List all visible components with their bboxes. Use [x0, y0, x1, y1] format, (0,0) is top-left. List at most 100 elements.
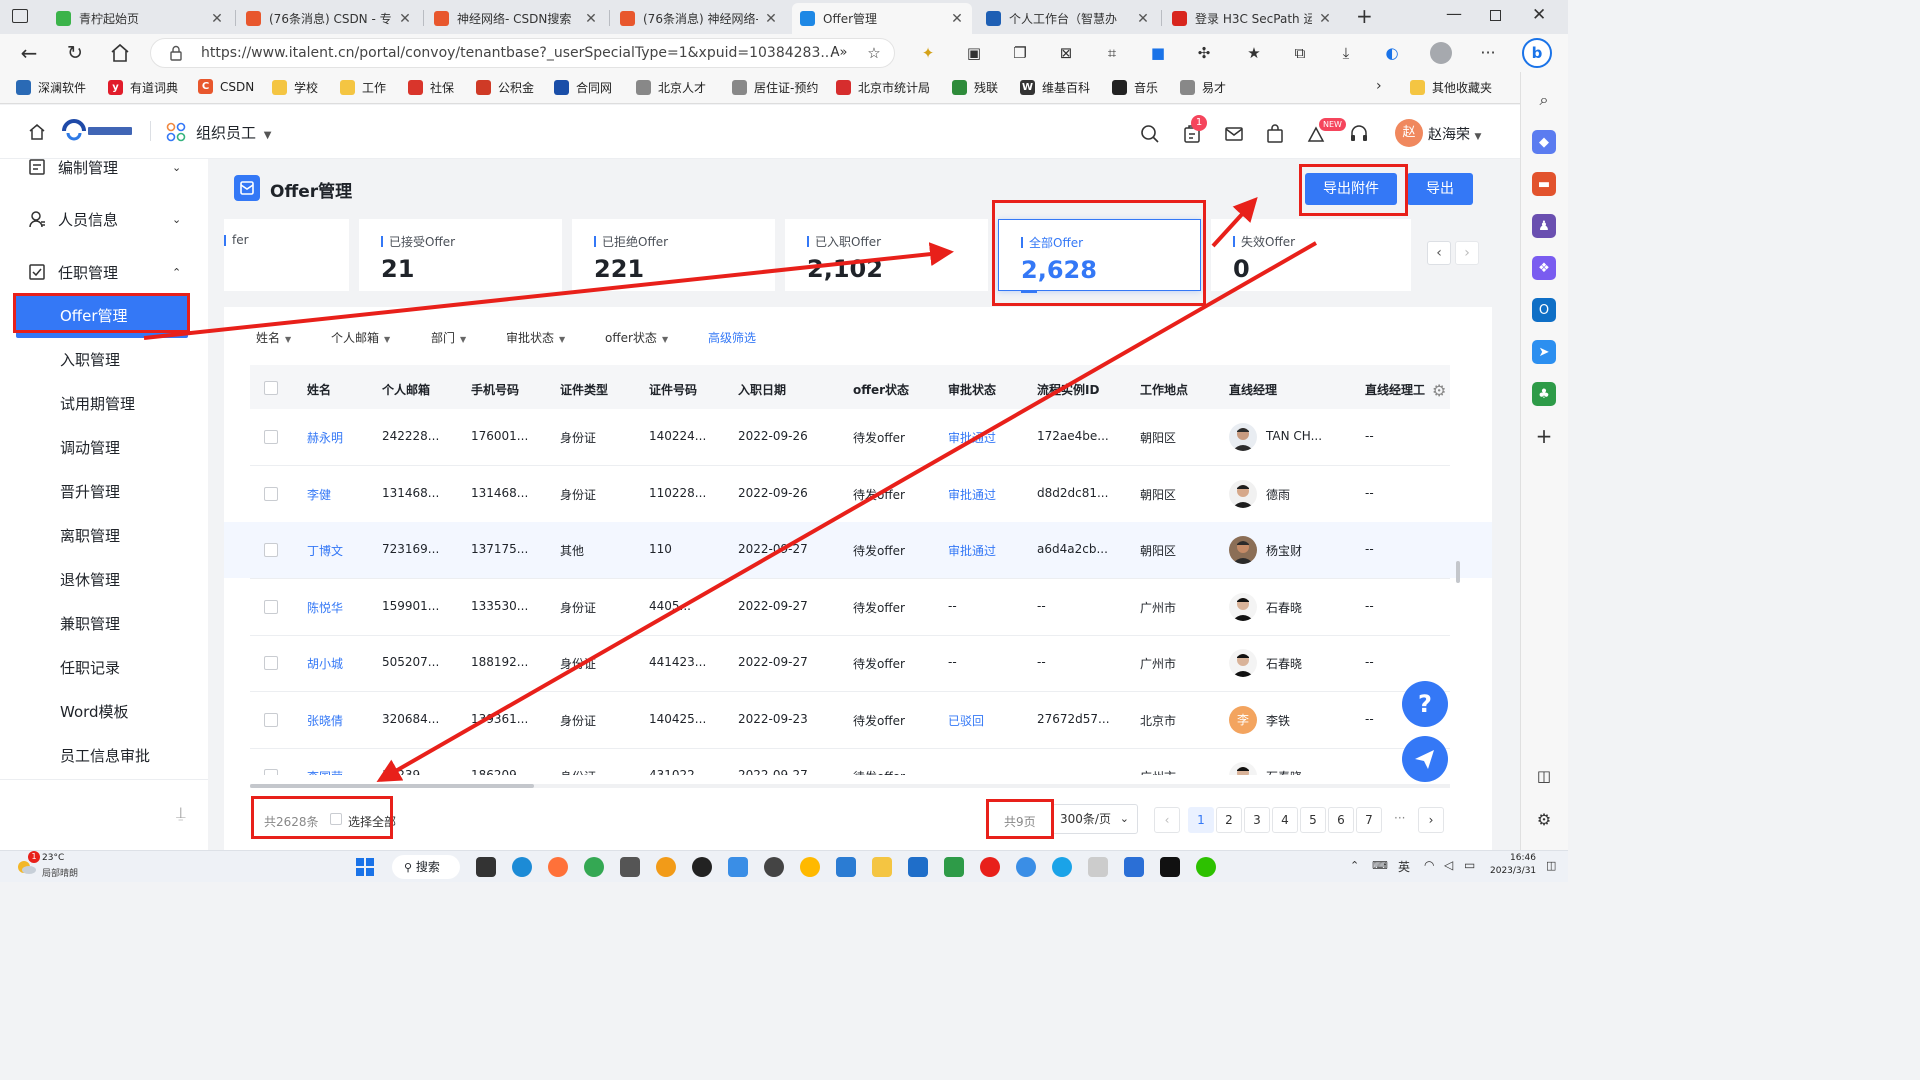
column-settings-icon[interactable]: ⚙: [1432, 381, 1446, 400]
collections-icon[interactable]: ❐: [1008, 42, 1032, 64]
favorites-icon[interactable]: ★: [1242, 42, 1266, 64]
column-header[interactable]: 个人邮箱: [382, 381, 430, 398]
user-menu[interactable]: 赵海荣 ▼: [1428, 124, 1481, 144]
steam-icon[interactable]: [764, 857, 784, 877]
advanced-filter-link[interactable]: 高级筛选: [708, 329, 756, 346]
help-float-button[interactable]: ?: [1402, 681, 1448, 727]
column-header[interactable]: 直线经理: [1229, 381, 1277, 398]
bookmark-item[interactable]: 易才: [1180, 79, 1226, 96]
cell-name[interactable]: 赫永明: [307, 429, 343, 446]
music-icon[interactable]: [980, 857, 1000, 877]
module-grid-icon[interactable]: [166, 122, 186, 142]
cell-approval[interactable]: --: [948, 599, 957, 613]
home-icon[interactable]: [28, 123, 46, 141]
cell-name[interactable]: 张晓倩: [307, 712, 343, 729]
module-switcher[interactable]: 组织员工 ▼: [196, 122, 272, 143]
favorite-add-icon[interactable]: ☆: [862, 42, 886, 64]
feedback-float-button[interactable]: [1402, 736, 1448, 782]
bookmark-item[interactable]: 学校: [272, 79, 318, 96]
column-header[interactable]: 审批状态: [948, 381, 996, 398]
select-all-checkbox[interactable]: [264, 381, 278, 395]
sidebar-item[interactable]: 员工信息审批: [0, 734, 208, 778]
bookmark-item[interactable]: 公积金: [476, 79, 534, 96]
edge-bar-icon[interactable]: ◐: [1380, 42, 1404, 64]
tab-close-icon[interactable]: ✕: [950, 11, 964, 27]
sidebar-item[interactable]: 任职记录: [0, 646, 208, 690]
capture-icon[interactable]: ⌗: [1100, 42, 1124, 64]
export-attachments-button[interactable]: 导出附件: [1305, 173, 1397, 205]
bookmark-item[interactable]: 社保: [408, 79, 454, 96]
pycharm-icon[interactable]: [1160, 857, 1180, 877]
page-button[interactable]: 2: [1216, 807, 1242, 833]
tab-close-icon[interactable]: ✕: [1318, 11, 1332, 27]
bookmark-other[interactable]: 其他收藏夹: [1410, 79, 1492, 96]
row-checkbox[interactable]: [264, 656, 278, 670]
tab-collections-icon[interactable]: ⧉: [1288, 42, 1312, 64]
column-header[interactable]: offer状态: [853, 381, 909, 398]
vertical-scrollbar[interactable]: [1456, 561, 1460, 583]
horizontal-scrollbar-thumb[interactable]: [250, 784, 534, 788]
tools-icon[interactable]: ▬: [1532, 172, 1556, 196]
maximize-icon[interactable]: [1490, 10, 1501, 21]
cards-next-button[interactable]: ›: [1455, 241, 1479, 265]
bookmark-item[interactable]: 合同网: [554, 79, 612, 96]
bookmark-item[interactable]: C CSDN: [198, 79, 254, 94]
battery-icon[interactable]: ▭: [1464, 858, 1475, 872]
pin-icon[interactable]: ⍊: [176, 803, 186, 823]
cell-approval[interactable]: --: [948, 768, 957, 775]
chrome-icon[interactable]: [584, 857, 604, 877]
search-icon[interactable]: [1140, 124, 1160, 144]
home-icon[interactable]: [109, 42, 133, 64]
extension-blue-icon[interactable]: ■: [1146, 42, 1170, 64]
bookmark-item[interactable]: 居住证-预约: [732, 79, 818, 96]
tree-icon[interactable]: ♣: [1532, 382, 1556, 406]
sidebar-item[interactable]: 晋升管理: [0, 470, 208, 514]
column-header[interactable]: 手机号码: [471, 381, 519, 398]
bookmark-item[interactable]: 音乐: [1112, 79, 1158, 96]
table-row[interactable]: 丁博文 723169... 137175... 其他 110 2022-09-27 待发of…: [224, 522, 1492, 579]
column-header[interactable]: 证件类型: [560, 381, 608, 398]
tab-close-icon[interactable]: ✕: [584, 11, 598, 27]
calc-icon[interactable]: [1124, 857, 1144, 877]
cell-approval[interactable]: 审批通过: [948, 429, 996, 446]
filter-dropdown[interactable]: 个人邮箱 ▼: [331, 329, 390, 346]
column-header[interactable]: 流程实例ID: [1037, 381, 1099, 398]
send-icon[interactable]: ➤: [1532, 340, 1556, 364]
column-header[interactable]: 姓名: [307, 381, 331, 398]
select-all-pages-checkbox[interactable]: [330, 813, 342, 825]
export-button[interactable]: 导出: [1407, 173, 1473, 205]
back-icon[interactable]: ←: [17, 42, 41, 64]
row-checkbox[interactable]: [264, 712, 278, 727]
table-row[interactable]: 张晓倩 320684... 139361... 身份证 140425... 2022-09…: [224, 692, 1492, 749]
qq-icon[interactable]: [692, 857, 712, 877]
cell-approval[interactable]: 已驳回: [948, 712, 984, 729]
tab-close-icon[interactable]: ✕: [210, 11, 224, 27]
downloads-icon[interactable]: ⤓: [1334, 42, 1358, 64]
bookmark-item[interactable]: 北京人才: [636, 79, 706, 96]
sidebar-item[interactable]: 离职管理: [0, 514, 208, 558]
minimize-icon[interactable]: —: [1446, 4, 1462, 23]
sidebar-item[interactable]: Offer管理: [16, 294, 188, 338]
filter-dropdown[interactable]: 部门 ▼: [431, 329, 466, 346]
page-button[interactable]: 1: [1188, 807, 1214, 833]
todo-icon[interactable]: [800, 857, 820, 877]
bookmark-item[interactable]: 残联: [952, 79, 998, 96]
bag-icon[interactable]: [1266, 124, 1284, 144]
screenshot-icon[interactable]: ⊠: [1054, 42, 1078, 64]
filter-dropdown[interactable]: offer状态 ▼: [605, 329, 668, 346]
bookmark-item[interactable]: y 有道词典: [108, 79, 178, 96]
copilot-icon[interactable]: ❖: [1532, 256, 1556, 280]
cards-prev-button[interactable]: ‹: [1427, 241, 1451, 265]
cell-name[interactable]: 胡小城: [307, 655, 343, 672]
bing-chat-icon[interactable]: b: [1522, 38, 1552, 68]
chat-icon[interactable]: [1052, 857, 1072, 877]
network-tool-icon[interactable]: [1016, 857, 1036, 877]
stat-card[interactable]: 已入职Offer 2,102: [785, 219, 988, 291]
prev-page-button[interactable]: ‹: [1154, 807, 1180, 833]
stat-card[interactable]: fer: [224, 219, 349, 291]
more-menu-icon[interactable]: ···: [1476, 42, 1500, 64]
sidebar-item[interactable]: Word模板: [0, 690, 208, 734]
bookmarks-overflow-icon[interactable]: ›: [1376, 78, 1382, 94]
read-aloud-icon[interactable]: A»: [827, 42, 851, 64]
settings-icon[interactable]: ⚙: [1532, 807, 1556, 831]
